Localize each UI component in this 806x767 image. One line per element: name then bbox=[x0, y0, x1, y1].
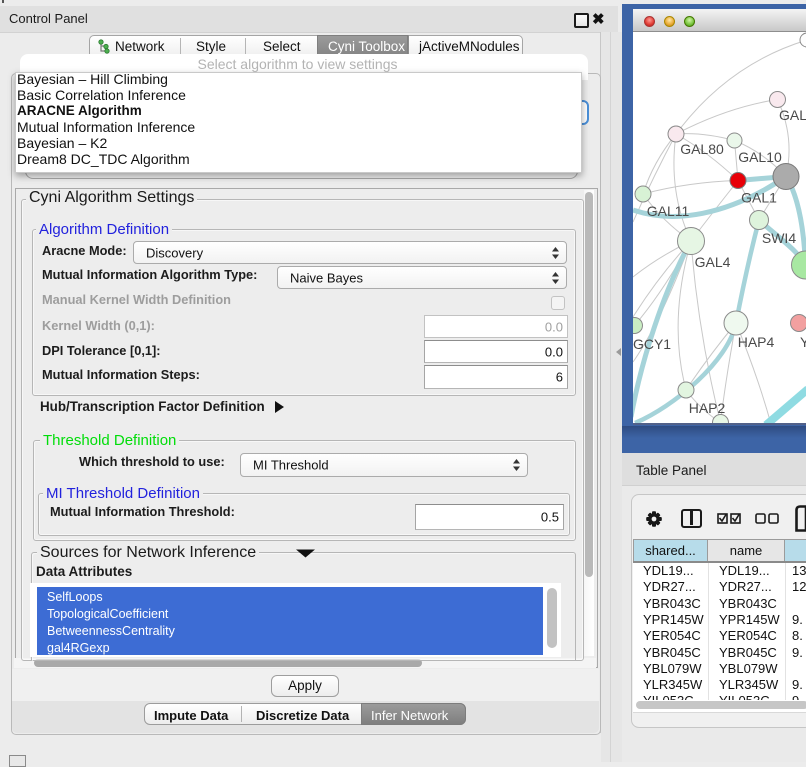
svg-text:SWI4: SWI4 bbox=[762, 230, 796, 246]
svg-text:GAL80: GAL80 bbox=[680, 141, 724, 157]
svg-text:GAL11: GAL11 bbox=[647, 203, 690, 219]
svg-text:YB: YB bbox=[800, 334, 806, 350]
svg-text:HAP4: HAP4 bbox=[738, 334, 775, 350]
svg-text:HAP2: HAP2 bbox=[689, 400, 726, 416]
svg-text:GAL80: GAL80 bbox=[779, 107, 806, 123]
svg-text:GAL1: GAL1 bbox=[741, 190, 777, 206]
svg-text:GAL4: GAL4 bbox=[695, 254, 731, 270]
svg-text:GAL10: GAL10 bbox=[738, 149, 782, 165]
svg-text:GCY1: GCY1 bbox=[633, 336, 671, 352]
